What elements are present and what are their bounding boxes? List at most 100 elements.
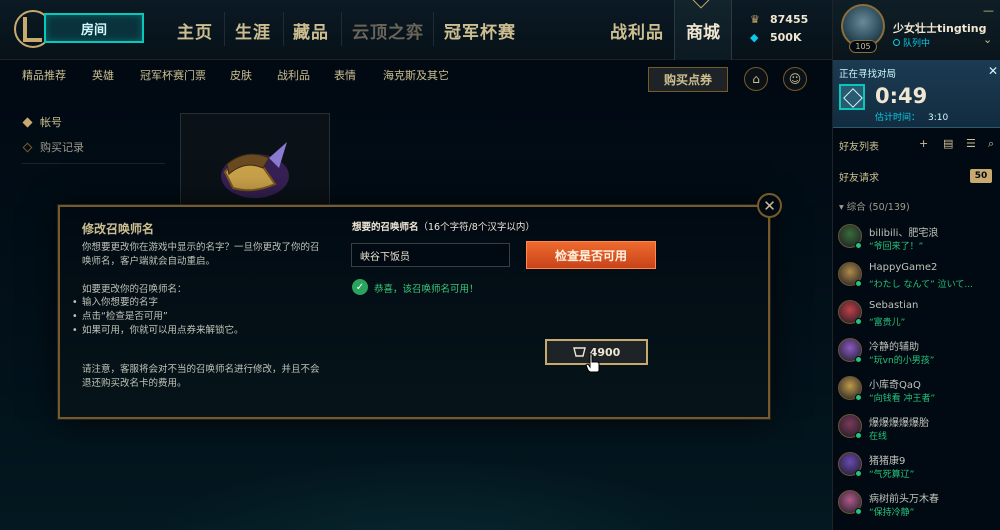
search-icon[interactable]: ⌕ xyxy=(988,137,994,151)
online-status-icon xyxy=(855,318,862,325)
map-icon xyxy=(839,84,865,110)
menu-account-label: 帐号 xyxy=(40,116,62,129)
add-friend-icon[interactable]: + xyxy=(919,137,928,150)
blue-essence-value: 87455 xyxy=(770,13,809,26)
nav-store[interactable]: 商城 xyxy=(674,0,732,60)
nav-divider xyxy=(341,12,342,46)
check-circle-icon: ✓ xyxy=(352,279,368,295)
menu-account[interactable]: 帐号 xyxy=(22,114,62,130)
friend-row[interactable]: 小库奇QaQ “向钱看 冲王者” xyxy=(833,372,1000,410)
desired-name-hint: （16个字符/8个汉字以内） xyxy=(418,222,535,233)
subnav-loot[interactable]: 战利品 xyxy=(277,67,310,83)
friend-status: “气死算辽” xyxy=(869,470,915,480)
buy-rp-button[interactable]: 购买点券 xyxy=(648,67,728,92)
online-status-icon xyxy=(855,432,862,439)
friend-requests-count: 50 xyxy=(970,169,992,183)
friend-requests-row[interactable]: 好友请求 50 xyxy=(833,163,1000,187)
profile-header: 105 少女壮士tingting 队列中 — ⌄ xyxy=(833,0,1000,60)
subnav-clash-tickets[interactable]: 冠军杯赛门票 xyxy=(140,67,206,83)
level-badge: 105 xyxy=(849,40,877,53)
friends-list-title: 好友列表 xyxy=(839,142,879,153)
subnav-featured[interactable]: 精品推荐 xyxy=(22,67,66,83)
friend-name: HappyGame2 xyxy=(869,262,938,273)
friend-row[interactable]: 冷静的辅助 “玩vn的小男孩” xyxy=(833,334,1000,372)
friend-row[interactable]: bilibili、肥宅浪 “爷回来了！” xyxy=(833,220,1000,258)
profile-status-text: 队列中 xyxy=(903,39,931,49)
friend-status: “向钱看 冲王者” xyxy=(869,394,936,404)
check-availability-button[interactable]: 检查是否可用 xyxy=(526,241,656,269)
howto-title: 如要更改你的召唤师名： xyxy=(82,284,187,295)
name-change-card[interactable] xyxy=(180,113,330,205)
friend-row[interactable]: 病树前头万木春 “保持冷静” xyxy=(833,486,1000,524)
friend-status: “わたし なんて” 泣いて... xyxy=(869,280,973,290)
summoner-name-input[interactable] xyxy=(351,243,510,267)
play-button[interactable]: 房间 xyxy=(44,13,144,43)
queue-title: 正在寻找对局 xyxy=(839,69,897,80)
friend-row[interactable]: 猪猪康9 “气死算辽” xyxy=(833,448,1000,486)
friend-row[interactable]: HappyGame2 “わたし なんて” 泣いて... xyxy=(833,258,1000,296)
nav-collection[interactable]: 藏品 xyxy=(293,18,329,43)
account-icon[interactable]: ☺ xyxy=(783,67,807,91)
desired-name-label: 想要的召唤师名（16个字符/8个汉字以内） xyxy=(352,219,535,233)
step-item: • 如果可用，你就可以用点券来解锁它。 xyxy=(72,325,244,336)
friend-name: Sebastian xyxy=(869,300,919,311)
friend-group-label: 综合 (50/139) xyxy=(846,202,910,213)
online-status-icon xyxy=(855,508,862,515)
dialog-note-line: 退还购买改名卡的费用。 xyxy=(82,378,187,389)
add-folder-icon[interactable]: ▤ xyxy=(943,137,953,150)
queue-estimate-value: 3:10 xyxy=(928,113,949,123)
subnav-emotes[interactable]: 表情 xyxy=(334,67,356,83)
online-status-icon xyxy=(855,280,862,287)
desired-name-title: 想要的召唤师名 xyxy=(352,222,419,233)
queue-timer: 0:49 xyxy=(875,84,928,108)
subnav-hextech-other[interactable]: 海克斯及其它 xyxy=(383,67,449,83)
friend-name: 小库奇QaQ xyxy=(869,380,921,391)
profile-status[interactable]: 队列中 xyxy=(893,36,930,49)
friend-name: 爆爆爆爆爆胎 xyxy=(869,418,929,429)
profile-name[interactable]: 少女壮士tingting xyxy=(893,20,986,36)
menu-purchase-history[interactable]: 购买记录 xyxy=(22,139,84,155)
nav-tft[interactable]: 云顶之弈 xyxy=(352,18,424,43)
step-text: 点击“检查是否可用” xyxy=(82,311,168,322)
blue-essence-icon: ♛ xyxy=(750,13,760,26)
friend-name: 猪猪康9 xyxy=(869,456,906,467)
online-status-icon xyxy=(855,242,862,249)
dialog-note-line: 请注意，客服将会对不当的召唤师名进行修改，并且不会 xyxy=(82,364,320,375)
nav-home[interactable]: 主页 xyxy=(177,18,213,43)
scroll-icon xyxy=(221,142,289,198)
close-icon[interactable]: ✕ xyxy=(757,193,782,218)
friend-status: “爷回来了！” xyxy=(869,242,924,252)
dialog-intro-line: 你想要更改你在游戏中显示的名字？一旦你更改了你的召 xyxy=(82,242,320,253)
rp-balance: ◆ 500K xyxy=(750,31,802,44)
subnav-skins[interactable]: 皮肤 xyxy=(230,67,252,83)
friend-name: 病树前头万木春 xyxy=(869,494,939,505)
nav-profile[interactable]: 生涯 xyxy=(235,18,271,43)
nav-divider xyxy=(224,12,225,46)
nav-loot[interactable]: 战利品 xyxy=(610,18,664,43)
nav-clash[interactable]: 冠军杯赛 xyxy=(444,18,516,43)
list-sort-icon[interactable]: ☰ xyxy=(966,137,976,150)
friend-row[interactable]: 爆爆爆爆爆胎 在线 xyxy=(833,410,1000,448)
menu-purchase-history-label: 购买记录 xyxy=(40,141,84,154)
top-navigation: 房间 主页 生涯 藏品 云顶之弈 冠军杯赛 战利品 商城 ♛ 87455 ◆ 500… xyxy=(0,0,832,60)
dialog-intro-line: 唤师名，客户端就会自动重启。 xyxy=(82,256,216,267)
chevron-down-icon[interactable]: ⌄ xyxy=(983,33,992,46)
friend-group-header[interactable]: ▾ 综合 (50/139) xyxy=(839,199,910,213)
step-item: • 输入你想要的名字 xyxy=(72,297,159,308)
friend-row[interactable]: Sebastian “富贵儿” xyxy=(833,296,1000,334)
hand-cursor-icon xyxy=(585,353,600,373)
divider xyxy=(22,163,165,164)
minimize-icon[interactable]: — xyxy=(983,4,994,17)
friend-status: “玩vn的小男孩” xyxy=(869,356,935,366)
friend-name: bilibili、肥宅浪 xyxy=(869,228,939,239)
status-ring-icon xyxy=(893,39,900,46)
friend-status: “富贵儿” xyxy=(869,318,906,328)
rp-value: 500K xyxy=(770,31,802,44)
friend-name: 冷静的辅助 xyxy=(869,342,919,353)
friend-status: 在线 xyxy=(869,432,888,442)
subnav-champions[interactable]: 英雄 xyxy=(92,67,114,83)
queue-estimate-label: 估计时间： xyxy=(875,113,921,123)
cancel-queue-icon[interactable]: ✕ xyxy=(988,64,998,78)
gift-icon[interactable]: ⌂ xyxy=(744,67,768,91)
online-status-icon xyxy=(855,356,862,363)
